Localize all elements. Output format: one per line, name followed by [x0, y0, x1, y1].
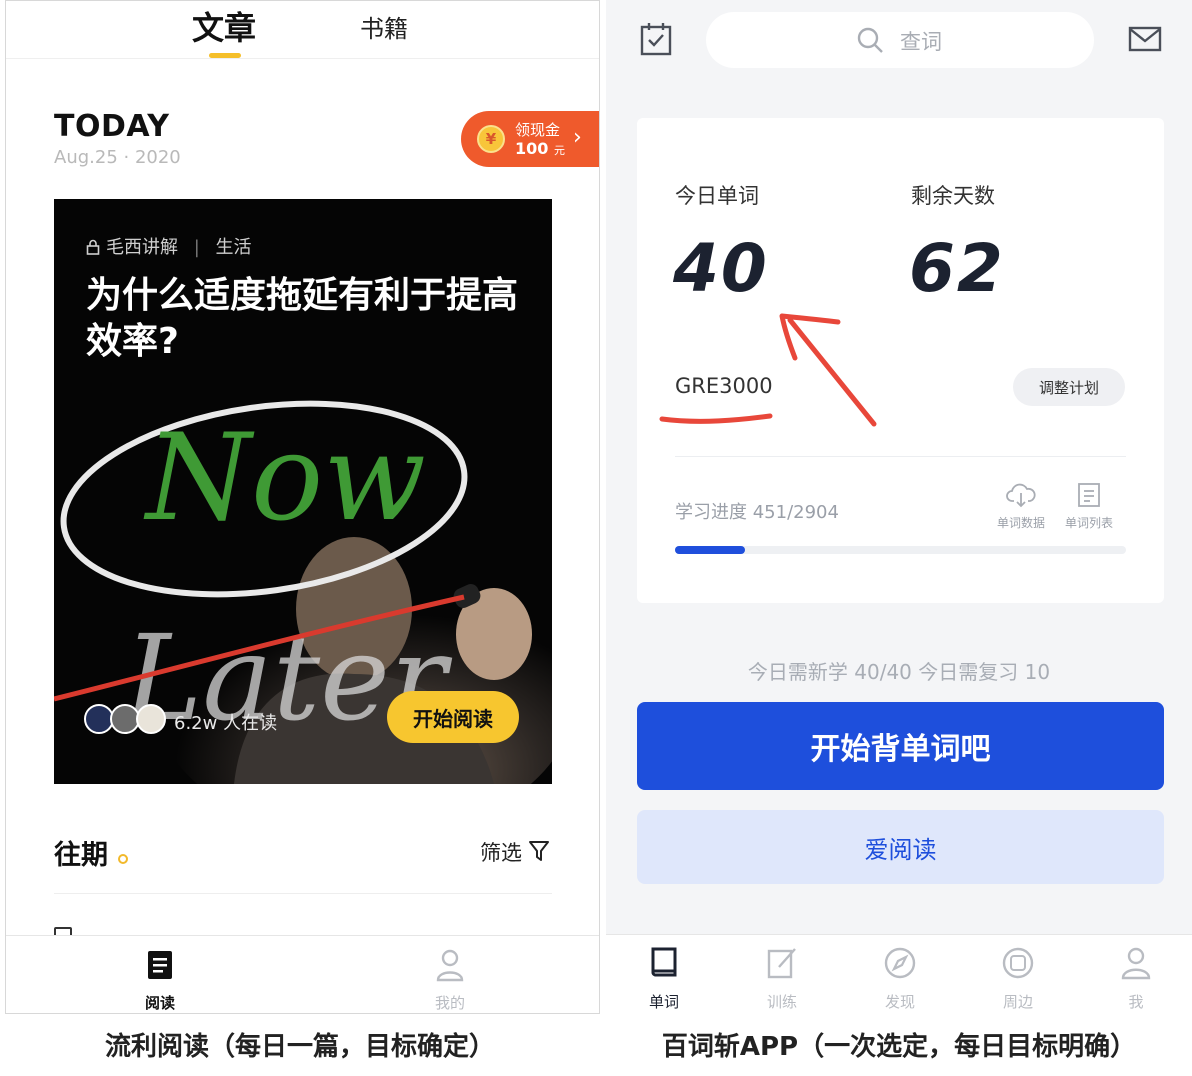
fluent-reading-screen: 文章 书籍 TODAY Aug.25 · 2020 ¥ 领现金 100 元 › …: [5, 0, 600, 1014]
article-icon: [148, 951, 172, 979]
filter-button[interactable]: 筛选: [480, 837, 522, 867]
article-category: 毛西讲解: [106, 237, 178, 258]
today-requirement-text: 今日需新学 40/40 今日需复习 10: [747, 660, 1051, 684]
start-memorizing-button[interactable]: 开始背单词吧: [637, 702, 1164, 790]
divider: [54, 893, 552, 894]
right-caption: 百词斩APP（一次选定，每日目标明确）: [661, 1032, 1137, 1062]
nav-label-discover: 发现: [884, 993, 915, 1011]
left-caption: 流利阅读（每日一篇，目标确定）: [104, 1032, 495, 1062]
now-word: Now: [143, 409, 426, 548]
lock-icon: [86, 239, 100, 255]
bottom-navigation: 阅读 我的: [6, 935, 599, 1013]
claim-cash-label: 领现金: [515, 121, 561, 139]
word-book-name: GRE3000: [675, 374, 773, 398]
taobao-icon: [1002, 947, 1034, 979]
nav-label-nearby: 周边: [1002, 993, 1033, 1011]
search-placeholder: 查词: [900, 30, 942, 54]
calendar-check-icon[interactable]: [640, 22, 672, 56]
word-list-label: 单词列表: [1064, 516, 1113, 530]
tab-books[interactable]: 书籍: [360, 9, 408, 44]
nav-label-me: 我: [1128, 993, 1144, 1011]
claim-cash-button[interactable]: ¥ 领现金 100 元 ›: [461, 111, 599, 167]
word-data-label: 单词数据: [996, 516, 1045, 530]
nav-label-reading: 阅读: [144, 994, 175, 1012]
user-icon: [1121, 947, 1151, 980]
word-search-input[interactable]: 查词: [706, 12, 1094, 68]
nav-label-mine: 我的: [434, 994, 465, 1012]
mail-icon[interactable]: [1128, 26, 1162, 52]
reader-avatars: [84, 704, 174, 736]
claim-cash-amount: 100 元: [515, 139, 565, 158]
days-left-label: 剩余天数: [911, 184, 995, 208]
past-issues-heading: 往期: [54, 840, 108, 871]
past-issues-dot: [118, 854, 128, 864]
chevron-right-icon: ›: [573, 125, 582, 150]
tab-articles[interactable]: 文章: [192, 3, 256, 49]
article-title: 为什么适度拖延有利于提高效率?: [86, 275, 519, 362]
nav-item-words[interactable]: 单词: [624, 935, 704, 1014]
featured-article-card[interactable]: 毛西讲解 | 生活 为什么适度拖延有利于提高效率? Now Later 6.2w…: [54, 199, 552, 784]
study-plan-card: 今日单词 剩余天数 40 62 GRE3000 调整计划 学习进度 451/29…: [637, 118, 1164, 603]
nav-item-reading[interactable]: 阅读: [100, 936, 220, 1013]
nav-item-discover[interactable]: 发现: [860, 935, 940, 1014]
nav-item-nearby[interactable]: 周边: [978, 935, 1058, 1014]
cash-unit: 元: [553, 144, 565, 157]
filter-icon[interactable]: [528, 839, 550, 863]
article-tag: 生活: [215, 237, 252, 258]
edit-icon: [767, 948, 796, 979]
word-data-button[interactable]: 单词数据: [989, 482, 1053, 531]
divider: [675, 456, 1126, 457]
search-icon: [857, 27, 883, 53]
article-meta: 毛西讲解 | 生活: [86, 233, 252, 259]
avatar: [136, 704, 166, 734]
active-tab-indicator: [209, 53, 241, 58]
nav-label-words: 单词: [648, 993, 679, 1011]
user-icon: [436, 949, 464, 982]
reader-count: 6.2w 人在读: [174, 713, 278, 734]
cash-amount-value: 100: [515, 139, 549, 158]
nav-label-training: 训练: [766, 993, 797, 1011]
today-date: Aug.25 · 2020: [54, 147, 181, 168]
baicizhan-screen: 查词 今日单词 剩余天数 40 62 GRE3000 调整计划 学习进度 451…: [606, 0, 1192, 1014]
nav-item-mine[interactable]: 我的: [390, 936, 510, 1013]
cloud-download-icon: [1006, 483, 1036, 508]
compass-icon: [884, 947, 916, 979]
top-tab-bar: 文章 书籍: [6, 1, 599, 59]
days-left-value: 62: [909, 230, 1005, 307]
coin-icon: ¥: [477, 125, 505, 153]
word-list-button[interactable]: 单词列表: [1057, 482, 1121, 531]
study-progress-text: 学习进度 451/2904: [675, 502, 839, 523]
today-words-value: 40: [673, 230, 769, 307]
book-icon: [651, 947, 677, 977]
today-words-label: 今日单词: [675, 184, 759, 208]
study-progress-bar: [675, 546, 1126, 554]
nav-item-training[interactable]: 训练: [742, 935, 822, 1014]
love-reading-button[interactable]: 爱阅读: [637, 810, 1164, 884]
start-reading-button[interactable]: 开始阅读: [387, 691, 519, 743]
today-heading: TODAY: [54, 109, 170, 144]
nav-item-me[interactable]: 我: [1096, 935, 1176, 1014]
adjust-plan-button[interactable]: 调整计划: [1013, 368, 1125, 406]
meta-separator: |: [193, 237, 200, 258]
list-icon: [1078, 483, 1100, 507]
study-progress-fill: [675, 546, 745, 554]
bottom-navigation: 单词 训练 发现 周边 我: [606, 934, 1192, 1014]
